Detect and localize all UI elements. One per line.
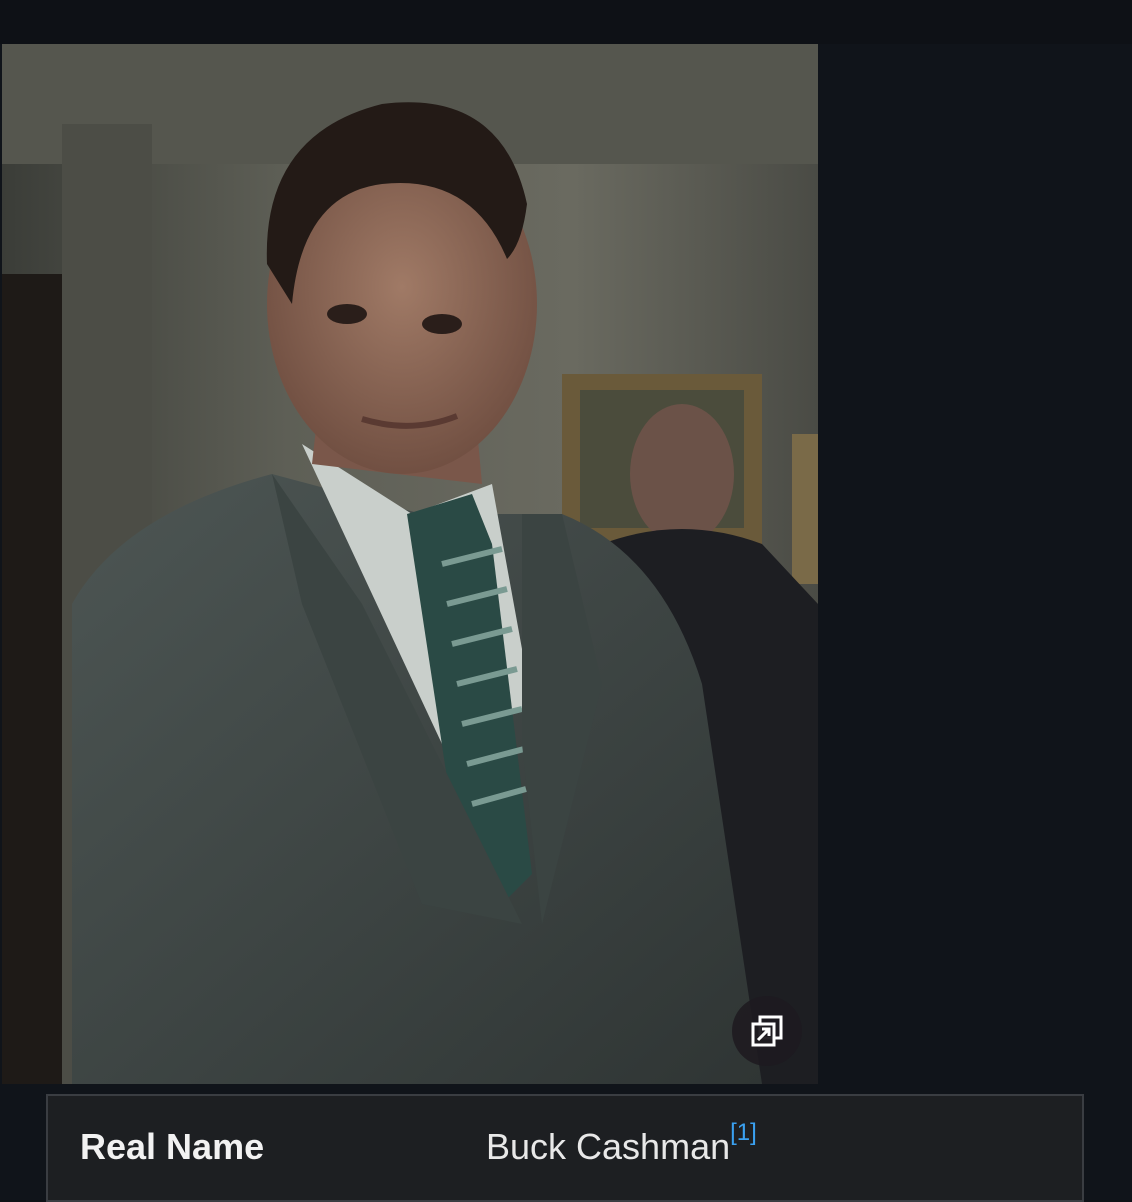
real-name-value: Buck Cashman[1] [486, 1121, 757, 1168]
character-image[interactable] [2, 44, 818, 1084]
expand-icon [751, 1015, 783, 1047]
real-name-text: Buck Cashman [486, 1126, 731, 1167]
top-bar [0, 0, 1132, 44]
character-portrait-image [2, 44, 818, 1084]
real-name-label: Real Name [80, 1126, 265, 1167]
side-panel [818, 44, 1132, 1084]
infobox-row-real-name: Real Name Buck Cashman[1] [46, 1094, 1084, 1202]
citation-link[interactable]: [1] [730, 1119, 757, 1146]
character-infobox: Real Name Buck Cashman[1] [0, 44, 1132, 1202]
expand-image-button[interactable] [732, 996, 802, 1066]
